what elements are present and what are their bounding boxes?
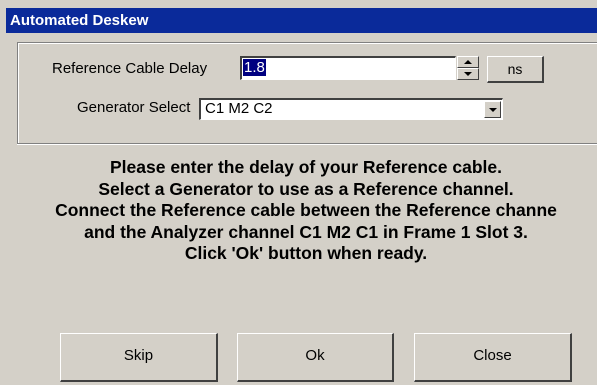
reference-cable-delay-label: Reference Cable Delay [52, 60, 208, 77]
dropdown-button[interactable] [484, 101, 501, 118]
generator-selected-value: C1 M2 C2 [205, 100, 273, 117]
arrow-down-icon [464, 72, 472, 76]
reference-cable-delay-value: 1.8 [243, 59, 266, 76]
reference-cable-delay-input[interactable]: 1.8 [240, 56, 456, 80]
spin-down-button[interactable] [457, 68, 479, 80]
generator-select-label: Generator Select [77, 99, 191, 116]
group-divider [17, 143, 597, 145]
unit-button[interactable]: ns [487, 56, 544, 83]
generator-select-dropdown[interactable]: C1 M2 C2 [199, 98, 503, 120]
close-button[interactable]: Close [414, 333, 572, 382]
spin-up-button[interactable] [457, 56, 479, 68]
message-line: Select a Generator to use as a Reference… [98, 178, 514, 199]
skip-button[interactable]: Skip [60, 333, 218, 382]
message-line: and the Analyzer channel C1 M2 C1 in Fra… [84, 221, 528, 242]
message-line: Please enter the delay of your Reference… [110, 157, 502, 177]
instruction-message: Please enter the delay of your Reference… [0, 157, 597, 265]
message-line: Connect the Reference cable between the … [55, 200, 557, 220]
window-title: Automated Deskew [6, 8, 597, 33]
delay-spinner[interactable] [457, 56, 479, 80]
ok-button[interactable]: Ok [237, 333, 394, 382]
message-line: Click 'Ok' button when ready. [184, 243, 428, 263]
chevron-down-icon [489, 108, 497, 112]
arrow-up-icon [464, 60, 472, 64]
automated-deskew-dialog: Automated Deskew Reference Cable Delay 1… [0, 0, 597, 385]
